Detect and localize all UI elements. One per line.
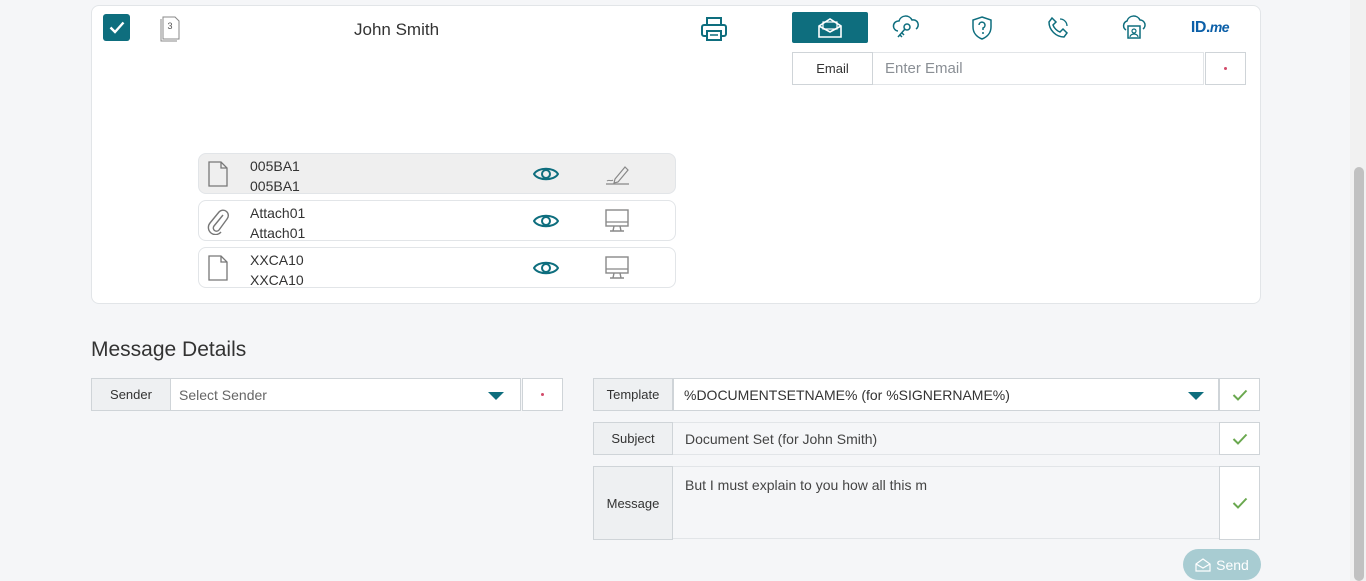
document-name: 005BA1 005BA1 <box>250 158 300 194</box>
document-icon <box>208 161 228 187</box>
printer-icon <box>701 17 727 41</box>
template-value: %DOCUMENTSETNAME% (for %SIGNERNAME%) <box>684 386 1010 403</box>
auth-tab-email[interactable] <box>792 12 868 43</box>
document-icon <box>208 255 228 281</box>
subject-label: Subject <box>593 422 673 455</box>
preview-eye-icon[interactable] <box>533 258 559 278</box>
auth-tab-security-question[interactable] <box>944 12 1020 43</box>
send-label: Send <box>1216 556 1249 573</box>
email-label: Email <box>792 52 873 85</box>
sender-field-row: Sender Select Sender <box>91 378 563 411</box>
chevron-down-icon <box>1188 392 1204 400</box>
preview-eye-icon[interactable] <box>533 164 559 184</box>
monitor-icon[interactable] <box>603 255 631 281</box>
template-label: Template <box>593 378 673 411</box>
send-envelope-icon <box>1195 557 1211 572</box>
sender-select[interactable]: Select Sender <box>171 378 521 411</box>
checkmark-icon <box>1232 389 1247 401</box>
template-valid-indicator <box>1219 378 1260 411</box>
shield-question-icon <box>972 15 992 40</box>
template-select[interactable]: %DOCUMENTSETNAME% (for %SIGNERNAME%) <box>673 378 1219 411</box>
message-details-heading: Message Details <box>91 338 247 361</box>
required-indicator <box>522 378 563 411</box>
email-envelope-icon <box>818 17 842 38</box>
document-row[interactable]: Attach01 Attach01 <box>198 200 676 241</box>
subject-valid-indicator <box>1219 422 1260 455</box>
authentication-method-tabs: ID.me <box>792 12 1248 43</box>
print-button[interactable] <box>700 15 728 43</box>
sender-placeholder: Select Sender <box>179 386 267 403</box>
document-row[interactable]: XXCA10 XXCA10 <box>198 247 676 288</box>
message-valid-indicator <box>1219 466 1260 540</box>
auth-tab-access-code[interactable] <box>868 12 944 43</box>
phone-icon <box>1048 16 1068 38</box>
subject-field-row: Subject Document Set (for John Smith) <box>593 422 1261 455</box>
checkmark-icon <box>1232 497 1247 509</box>
chevron-down-icon <box>488 392 504 400</box>
signer-name: John Smith <box>354 20 440 39</box>
page-scrollbar[interactable] <box>1350 0 1366 581</box>
document-count-badge: 3 <box>160 14 182 42</box>
required-indicator <box>1205 52 1246 85</box>
document-name: XXCA10 XXCA10 <box>250 252 304 288</box>
paperclip-icon <box>207 209 230 235</box>
subject-field[interactable]: Document Set (for John Smith) <box>673 422 1219 455</box>
signer-select-checkbox[interactable] <box>103 14 130 41</box>
sender-label: Sender <box>91 378 171 411</box>
email-input[interactable] <box>873 52 1204 85</box>
scrollbar-thumb[interactable] <box>1354 167 1364 581</box>
message-label: Message <box>593 466 673 540</box>
auth-tab-phone[interactable] <box>1020 12 1096 43</box>
document-row[interactable]: 005BA1 005BA1 <box>198 153 676 194</box>
checkmark-icon <box>109 21 124 34</box>
send-button[interactable]: Send <box>1183 549 1261 580</box>
idme-logo: ID.me <box>1190 18 1230 36</box>
preview-eye-icon[interactable] <box>533 211 559 231</box>
auth-tab-idme[interactable]: ID.me <box>1172 12 1248 43</box>
auth-tab-id-verification[interactable] <box>1096 12 1172 43</box>
signature-icon[interactable] <box>603 161 631 187</box>
message-field-row: Message But I must explain to you how al… <box>593 466 1261 540</box>
cloud-id-icon <box>1122 14 1146 39</box>
document-count: 3 <box>167 21 173 31</box>
signer-card: 3 John Smith ID.me Email Enter Email 005… <box>91 5 1261 304</box>
monitor-icon[interactable] <box>603 208 631 234</box>
cloud-key-icon <box>892 14 919 38</box>
email-field-row: Email <box>792 52 1246 85</box>
document-name: Attach01 Attach01 <box>250 205 306 241</box>
required-dot <box>541 393 544 396</box>
message-fields: Template %DOCUMENTSETNAME% (for %SIGNERN… <box>593 378 1261 551</box>
template-field-row: Template %DOCUMENTSETNAME% (for %SIGNERN… <box>593 378 1261 411</box>
message-textarea[interactable]: But I must explain to you how all this m <box>673 466 1219 539</box>
document-list: 005BA1 005BA1 Attach01 Attach01 XXCA10 X… <box>198 153 676 294</box>
required-dot <box>1224 67 1227 70</box>
checkmark-icon <box>1232 433 1247 445</box>
